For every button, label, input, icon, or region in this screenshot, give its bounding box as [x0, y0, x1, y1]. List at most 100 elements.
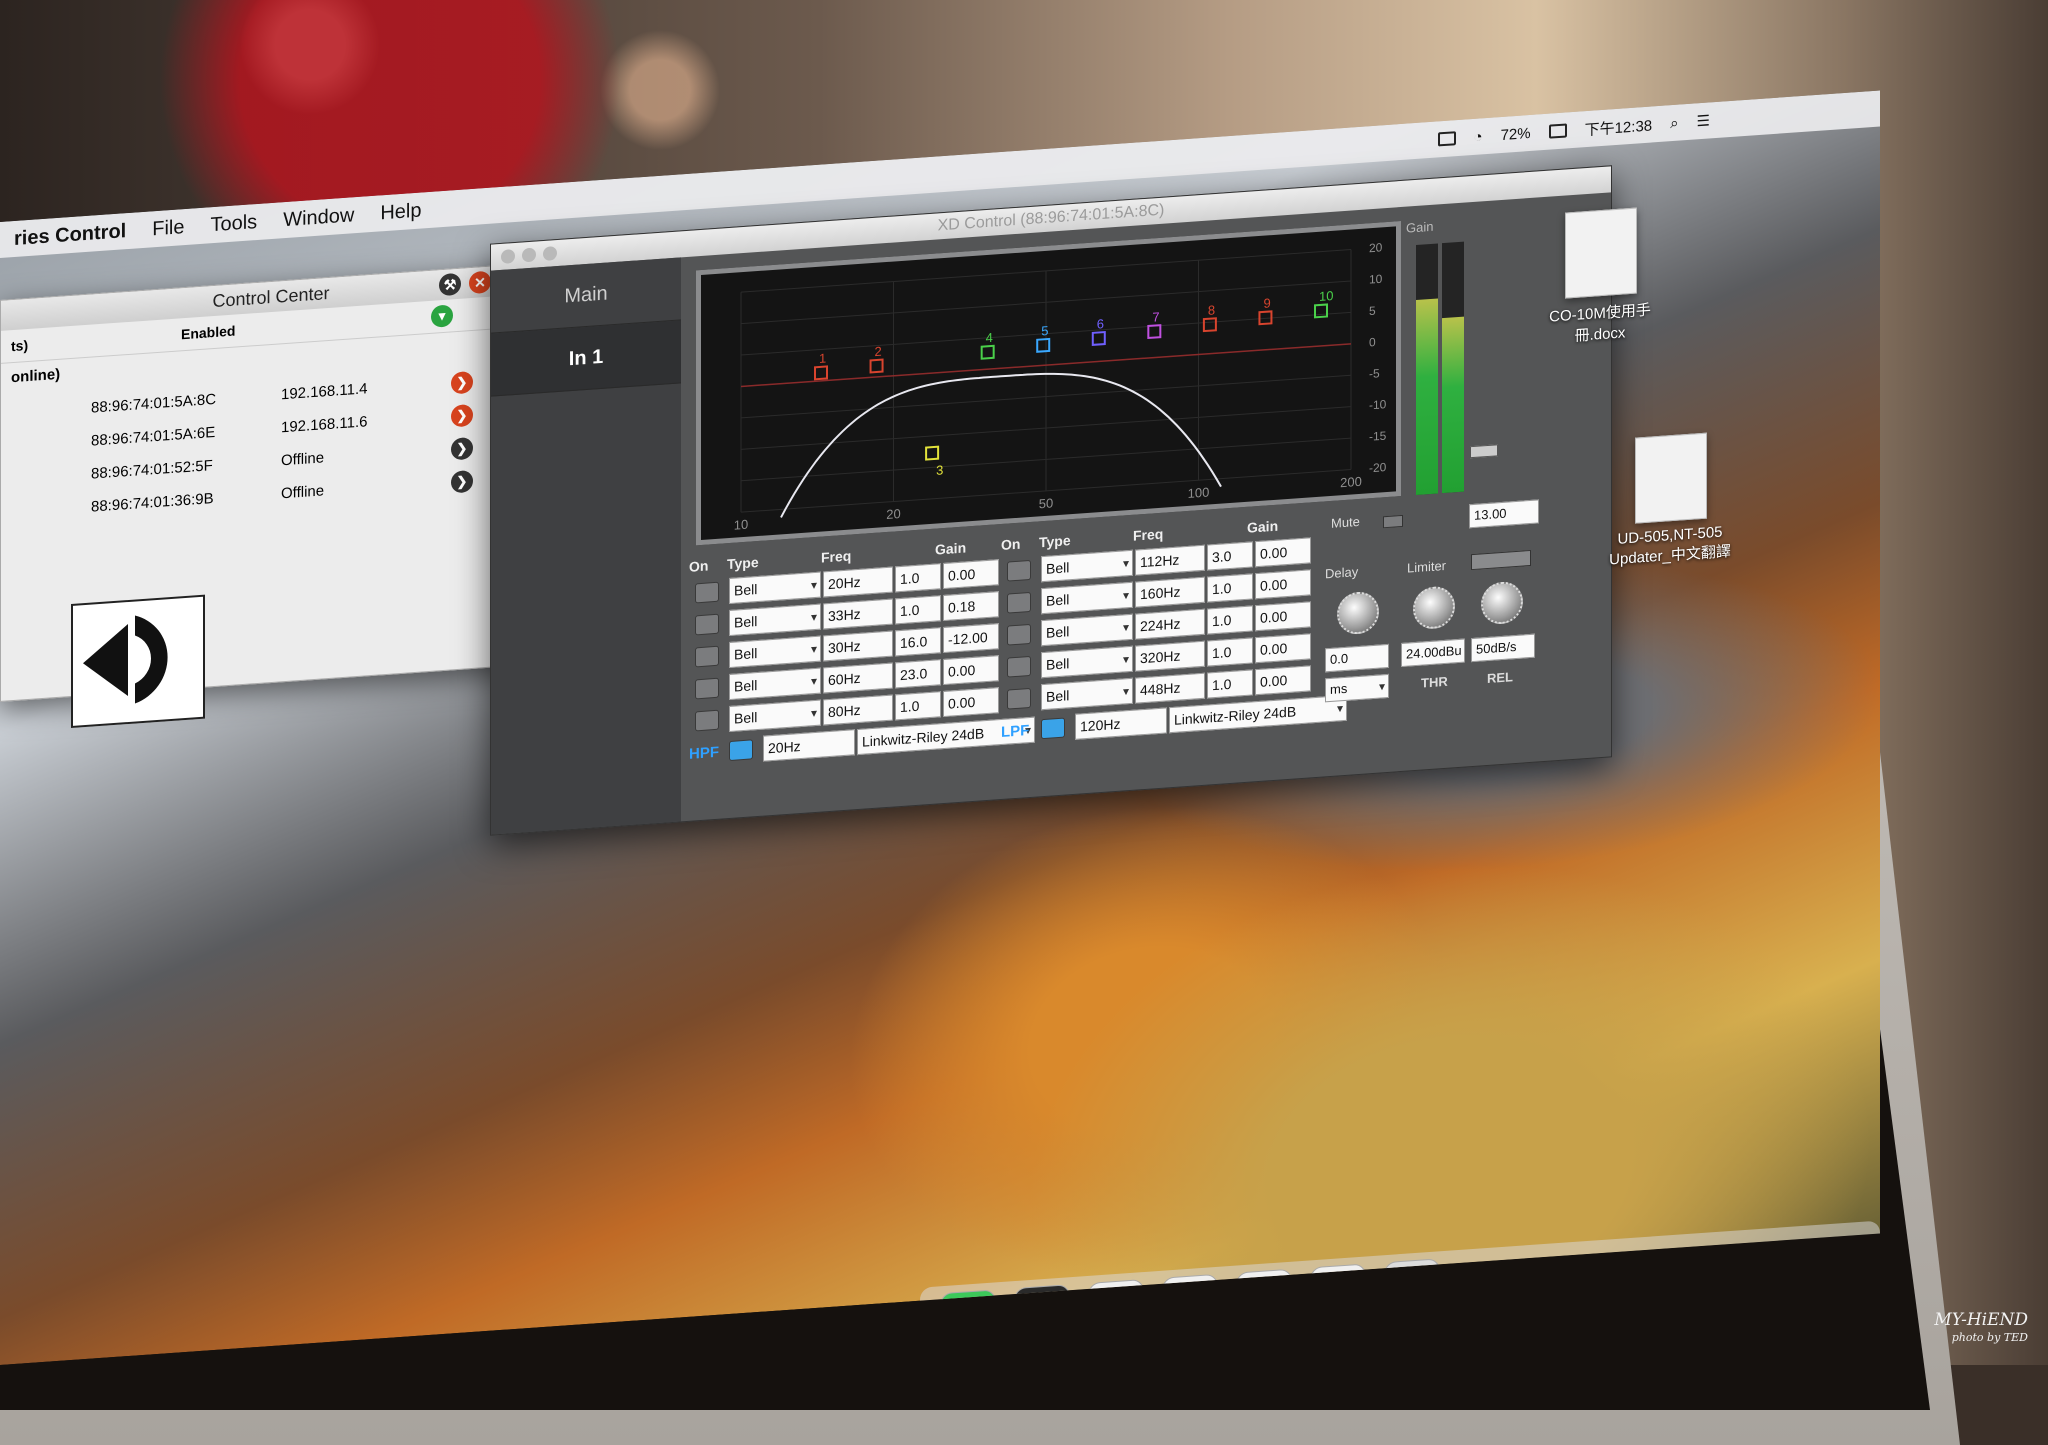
- lpf-toggle[interactable]: [1041, 717, 1065, 740]
- lpf-freq[interactable]: 120Hz: [1075, 707, 1167, 740]
- band-toggle[interactable]: [1007, 655, 1031, 678]
- band-gain-field[interactable]: -12.00: [943, 623, 999, 654]
- tab-in-1[interactable]: In 1: [491, 320, 681, 397]
- spotlight-icon[interactable]: ⌕: [1670, 114, 1678, 132]
- release-value-field[interactable]: 50dB/s: [1471, 633, 1535, 663]
- band-type-select[interactable]: Bell: [1041, 645, 1133, 679]
- band-freq-field[interactable]: 20Hz: [823, 566, 893, 598]
- graph-y-tick: 5: [1369, 304, 1376, 318]
- notification-icon[interactable]: ☰: [1697, 111, 1710, 130]
- window-controls: [501, 246, 557, 264]
- band-type-select[interactable]: Bell: [1041, 549, 1133, 583]
- band-type-select[interactable]: Bell: [729, 571, 821, 605]
- band-freq-field[interactable]: 224Hz: [1135, 608, 1205, 640]
- band-freq-field[interactable]: 320Hz: [1135, 640, 1205, 672]
- clock[interactable]: 下午12:38: [1585, 114, 1653, 140]
- minimize-button[interactable]: [522, 247, 536, 263]
- device-open-icon[interactable]: ❯: [451, 469, 473, 493]
- band-freq-field[interactable]: 80Hz: [823, 694, 893, 726]
- band-freq-field[interactable]: 160Hz: [1135, 576, 1205, 608]
- band-type-select[interactable]: Bell: [1041, 677, 1133, 711]
- band-gain-field[interactable]: 0.00: [1255, 665, 1311, 696]
- graph-y-tick: -15: [1369, 429, 1387, 444]
- hpf-freq[interactable]: 20Hz: [763, 729, 855, 762]
- device-open-icon[interactable]: ❯: [451, 436, 473, 460]
- device-open-icon[interactable]: ❯: [451, 370, 473, 394]
- hpf-toggle[interactable]: [729, 739, 753, 762]
- band-toggle[interactable]: [695, 645, 719, 668]
- gain-slider-handle[interactable]: [1470, 444, 1498, 459]
- threshold-value-field[interactable]: 24.00dBu: [1401, 638, 1465, 668]
- delay-unit-select[interactable]: ms: [1325, 673, 1389, 703]
- xd-control-window: XD Control (88:96:74:01:5A:8C) Main In 1…: [490, 165, 1612, 836]
- menu-app-name[interactable]: ries Control: [14, 220, 126, 251]
- limiter-toggle[interactable]: [1471, 549, 1531, 571]
- band-q-field[interactable]: 1.0: [895, 691, 941, 721]
- delay-knob[interactable]: [1337, 590, 1379, 636]
- gain-value-field[interactable]: 13.00: [1469, 499, 1539, 529]
- delay-value-field[interactable]: 0.0: [1325, 643, 1389, 673]
- graph-band-marker: [1091, 330, 1106, 346]
- band-toggle[interactable]: [695, 709, 719, 732]
- graph-y-tick: -5: [1369, 366, 1380, 381]
- device-open-icon[interactable]: ❯: [451, 403, 473, 427]
- wrench-icon[interactable]: ⚒: [439, 272, 461, 297]
- band-gain-field[interactable]: 0.00: [1255, 537, 1311, 568]
- eq-left-header-on: On: [689, 557, 709, 575]
- eq-response-graph[interactable]: 10 20 50 100 200 20 10 5 0 -5 -10 -15 -20 1 2 3 4 5 6 7 8 9 10: [696, 221, 1401, 546]
- device-ip: 192.168.11.6: [281, 413, 368, 437]
- band-freq-field[interactable]: 448Hz: [1135, 672, 1205, 704]
- band-toggle[interactable]: [1007, 687, 1031, 710]
- mute-toggle[interactable]: [1383, 514, 1403, 529]
- release-knob[interactable]: [1481, 580, 1523, 626]
- menu-tools[interactable]: Tools: [210, 211, 257, 237]
- band-type-select[interactable]: Bell: [729, 699, 821, 733]
- band-freq-field[interactable]: 112Hz: [1135, 544, 1205, 576]
- menu-file[interactable]: File: [152, 216, 184, 241]
- band-toggle[interactable]: [1007, 559, 1031, 582]
- band-toggle[interactable]: [1007, 591, 1031, 614]
- band-q-field[interactable]: 1.0: [895, 595, 941, 625]
- band-gain-field[interactable]: 0.00: [1255, 601, 1311, 632]
- band-gain-field[interactable]: 0.00: [943, 559, 999, 590]
- menu-window[interactable]: Window: [283, 204, 354, 232]
- band-q-field[interactable]: 1.0: [1207, 637, 1253, 667]
- graph-band-marker: [1202, 317, 1217, 333]
- band-gain-field[interactable]: 0.00: [1255, 569, 1311, 600]
- band-gain-field[interactable]: 0.00: [943, 687, 999, 718]
- band-q-field[interactable]: 23.0: [895, 659, 941, 689]
- close-button[interactable]: [501, 248, 515, 264]
- band-gain-field[interactable]: 0.00: [943, 655, 999, 686]
- threshold-knob[interactable]: [1413, 585, 1455, 631]
- band-freq-field[interactable]: 60Hz: [823, 662, 893, 694]
- airplay-icon[interactable]: [1437, 131, 1456, 147]
- eq-left-header-gain: Gain: [935, 539, 967, 558]
- band-q-field[interactable]: 3.0: [1207, 541, 1253, 571]
- band-freq-field[interactable]: 30Hz: [823, 630, 893, 662]
- band-q-field[interactable]: 1.0: [1207, 573, 1253, 603]
- updater-file-icon[interactable]: [1635, 432, 1707, 524]
- band-toggle[interactable]: [695, 677, 719, 700]
- document-file-icon[interactable]: [1565, 207, 1637, 299]
- band-gain-field[interactable]: 0.18: [943, 591, 999, 622]
- battery-icon[interactable]: [1548, 123, 1567, 139]
- remove-icon[interactable]: ✕: [469, 270, 491, 295]
- zoom-button[interactable]: [543, 246, 557, 262]
- band-toggle[interactable]: [1007, 623, 1031, 646]
- enable-toggle-icon[interactable]: ▾: [431, 304, 453, 328]
- band-q-field[interactable]: 1.0: [895, 563, 941, 593]
- band-toggle[interactable]: [695, 613, 719, 636]
- band-type-select[interactable]: Bell: [729, 635, 821, 669]
- band-type-select[interactable]: Bell: [729, 667, 821, 701]
- menu-help[interactable]: Help: [380, 199, 421, 225]
- wifi-icon[interactable]: ◔: [1474, 128, 1483, 146]
- band-q-field[interactable]: 1.0: [1207, 605, 1253, 635]
- band-toggle[interactable]: [695, 581, 719, 604]
- band-type-select[interactable]: Bell: [729, 603, 821, 637]
- band-type-select[interactable]: Bell: [1041, 581, 1133, 615]
- band-q-field[interactable]: 1.0: [1207, 669, 1253, 699]
- band-freq-field[interactable]: 33Hz: [823, 598, 893, 630]
- band-type-select[interactable]: Bell: [1041, 613, 1133, 647]
- band-gain-field[interactable]: 0.00: [1255, 633, 1311, 664]
- band-q-field[interactable]: 16.0: [895, 627, 941, 657]
